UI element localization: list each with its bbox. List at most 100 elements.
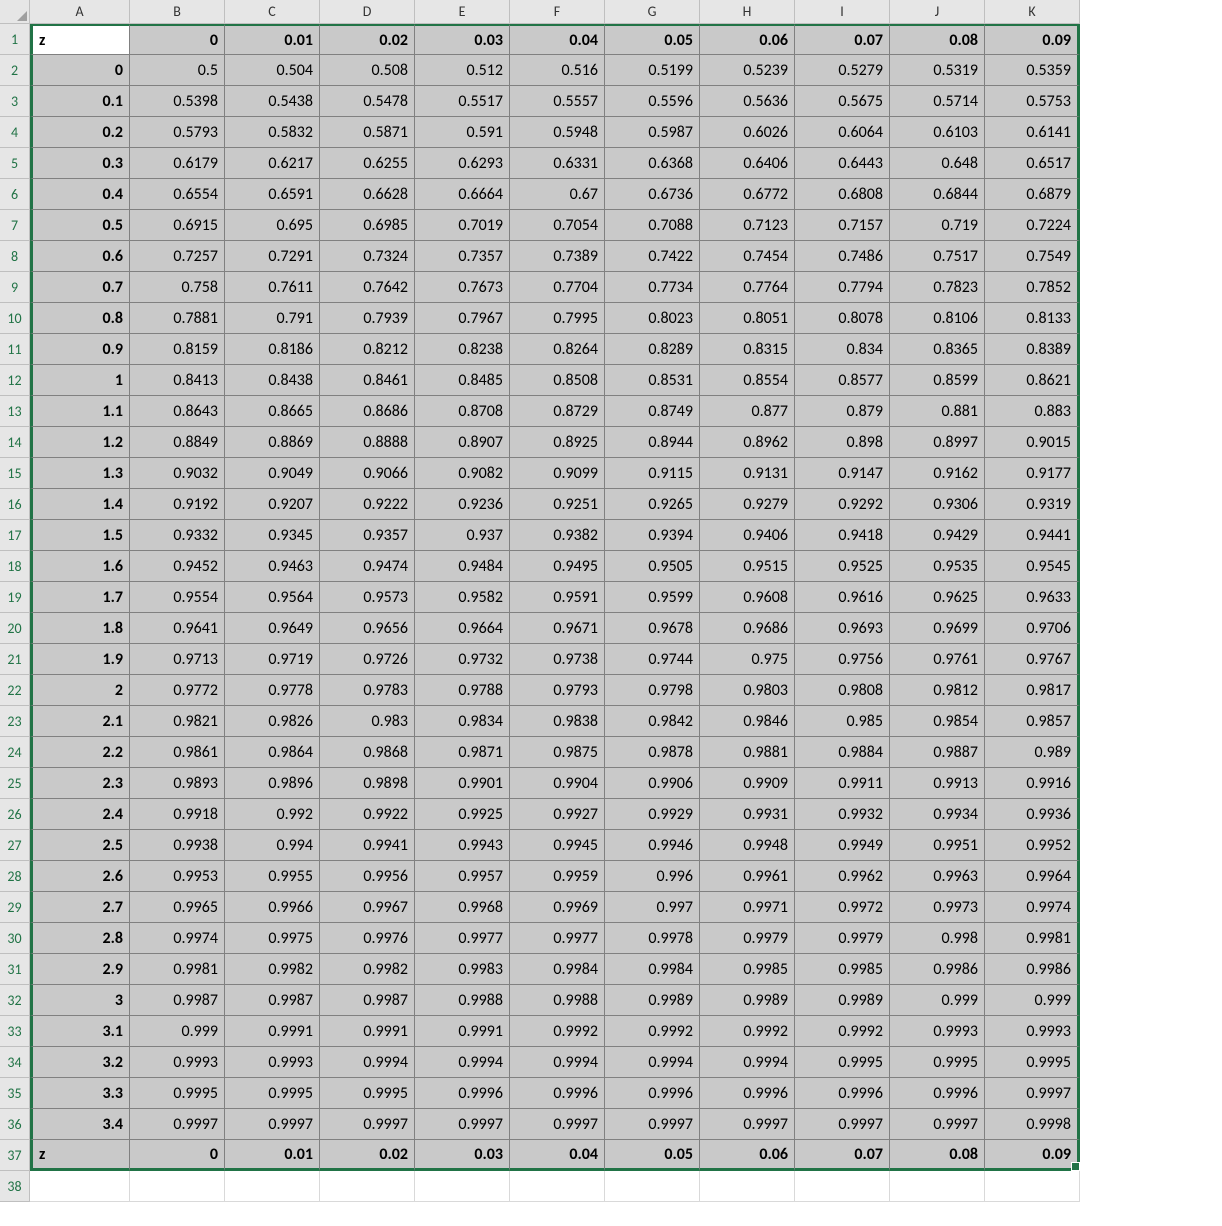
row-header[interactable]: 16: [0, 489, 30, 520]
cell[interactable]: 0.9932: [795, 799, 890, 830]
cell[interactable]: 0.9357: [320, 520, 415, 551]
cell[interactable]: 0.9996: [605, 1078, 700, 1109]
cell[interactable]: 0.9963: [890, 861, 985, 892]
cell[interactable]: 0.9981: [130, 954, 225, 985]
cell[interactable]: 0.9994: [700, 1047, 795, 1078]
cell[interactable]: 0.9418: [795, 520, 890, 551]
cell[interactable]: 0.9616: [795, 582, 890, 613]
cell[interactable]: 0.881: [890, 396, 985, 427]
cell[interactable]: 0.6736: [605, 179, 700, 210]
cell[interactable]: 0.5871: [320, 117, 415, 148]
cell[interactable]: 0.9738: [510, 644, 605, 675]
cell[interactable]: 0.7823: [890, 272, 985, 303]
cell[interactable]: 0.9916: [985, 768, 1080, 799]
row-header[interactable]: 14: [0, 427, 30, 458]
cell[interactable]: 2.8: [30, 923, 130, 954]
cell[interactable]: 0.9319: [985, 489, 1080, 520]
cell[interactable]: 0.6026: [700, 117, 795, 148]
column-header[interactable]: C: [225, 0, 320, 24]
cell[interactable]: 0.648: [890, 148, 985, 179]
cell[interactable]: 0.9989: [605, 985, 700, 1016]
cell[interactable]: 0.6103: [890, 117, 985, 148]
cell[interactable]: 0.504: [225, 55, 320, 86]
cell[interactable]: 0.8389: [985, 334, 1080, 365]
row-header[interactable]: 17: [0, 520, 30, 551]
row-header[interactable]: 19: [0, 582, 30, 613]
cell[interactable]: 0.9948: [700, 830, 795, 861]
cell[interactable]: 0.5359: [985, 55, 1080, 86]
column-header[interactable]: G: [605, 0, 700, 24]
cell[interactable]: 0.9931: [700, 799, 795, 830]
cell[interactable]: 0.9893: [130, 768, 225, 799]
cell[interactable]: 0.8729: [510, 396, 605, 427]
cell[interactable]: 0.8159: [130, 334, 225, 365]
cell[interactable]: 0.9987: [130, 985, 225, 1016]
cell[interactable]: 0.9898: [320, 768, 415, 799]
cell[interactable]: 0.8925: [510, 427, 605, 458]
cell[interactable]: 0.8023: [605, 303, 700, 334]
cell[interactable]: 0.9875: [510, 737, 605, 768]
cell[interactable]: 0.9991: [415, 1016, 510, 1047]
cell[interactable]: 0.9983: [415, 954, 510, 985]
column-header[interactable]: H: [700, 0, 795, 24]
cell[interactable]: 0.9732: [415, 644, 510, 675]
cell[interactable]: 0.6406: [700, 148, 795, 179]
cell[interactable]: 0.9977: [510, 923, 605, 954]
cell[interactable]: 0.9987: [225, 985, 320, 1016]
cell[interactable]: 0.9826: [225, 706, 320, 737]
cell[interactable]: 0.7642: [320, 272, 415, 303]
cell[interactable]: 0.9985: [700, 954, 795, 985]
cell[interactable]: 0.08: [890, 24, 985, 55]
cell[interactable]: 0.9591: [510, 582, 605, 613]
spreadsheet-grid[interactable]: ABCDEFGHIJK1z00.010.020.030.040.050.060.…: [0, 0, 1080, 1202]
cell[interactable]: 0.9821: [130, 706, 225, 737]
cell[interactable]: 0.9929: [605, 799, 700, 830]
cell[interactable]: 0.997: [605, 892, 700, 923]
cell[interactable]: 0.9147: [795, 458, 890, 489]
cell[interactable]: 0.9861: [130, 737, 225, 768]
cell[interactable]: 2.7: [30, 892, 130, 923]
cell[interactable]: 0.8665: [225, 396, 320, 427]
cell[interactable]: [225, 1171, 320, 1202]
cell[interactable]: 0.9997: [320, 1109, 415, 1140]
row-header[interactable]: 25: [0, 768, 30, 799]
cell[interactable]: 0.9767: [985, 644, 1080, 675]
cell[interactable]: 0.3: [30, 148, 130, 179]
cell[interactable]: 0.9994: [415, 1047, 510, 1078]
cell[interactable]: 0.6: [30, 241, 130, 272]
row-header[interactable]: 7: [0, 210, 30, 241]
cell[interactable]: 0.9941: [320, 830, 415, 861]
cell[interactable]: 0.9484: [415, 551, 510, 582]
cell[interactable]: 2.6: [30, 861, 130, 892]
cell[interactable]: 0.7939: [320, 303, 415, 334]
cell[interactable]: 0.9985: [795, 954, 890, 985]
cell[interactable]: 0.9429: [890, 520, 985, 551]
cell[interactable]: 0.9995: [130, 1078, 225, 1109]
row-header[interactable]: 26: [0, 799, 30, 830]
cell[interactable]: 0.6368: [605, 148, 700, 179]
cell[interactable]: 0.9959: [510, 861, 605, 892]
row-header[interactable]: 32: [0, 985, 30, 1016]
cell[interactable]: 0.6985: [320, 210, 415, 241]
cell[interactable]: 0.03: [415, 1140, 510, 1171]
cell[interactable]: 0.9535: [890, 551, 985, 582]
cell[interactable]: 0.9744: [605, 644, 700, 675]
cell[interactable]: 0.8365: [890, 334, 985, 365]
cell[interactable]: 0.5832: [225, 117, 320, 148]
cell[interactable]: 0.9992: [700, 1016, 795, 1047]
cell[interactable]: 0.7881: [130, 303, 225, 334]
cell[interactable]: 0.9441: [985, 520, 1080, 551]
cell[interactable]: 0.9997: [510, 1109, 605, 1140]
cell[interactable]: z: [30, 1140, 130, 1171]
row-header[interactable]: 29: [0, 892, 30, 923]
row-header[interactable]: 33: [0, 1016, 30, 1047]
cell[interactable]: 0.9997: [795, 1109, 890, 1140]
cell[interactable]: 0.9972: [795, 892, 890, 923]
cell[interactable]: 0.6064: [795, 117, 890, 148]
cell[interactable]: 0.9878: [605, 737, 700, 768]
cell[interactable]: 0.9641: [130, 613, 225, 644]
column-header[interactable]: J: [890, 0, 985, 24]
cell[interactable]: 0.7157: [795, 210, 890, 241]
cell[interactable]: 0.9177: [985, 458, 1080, 489]
cell[interactable]: 0.8849: [130, 427, 225, 458]
